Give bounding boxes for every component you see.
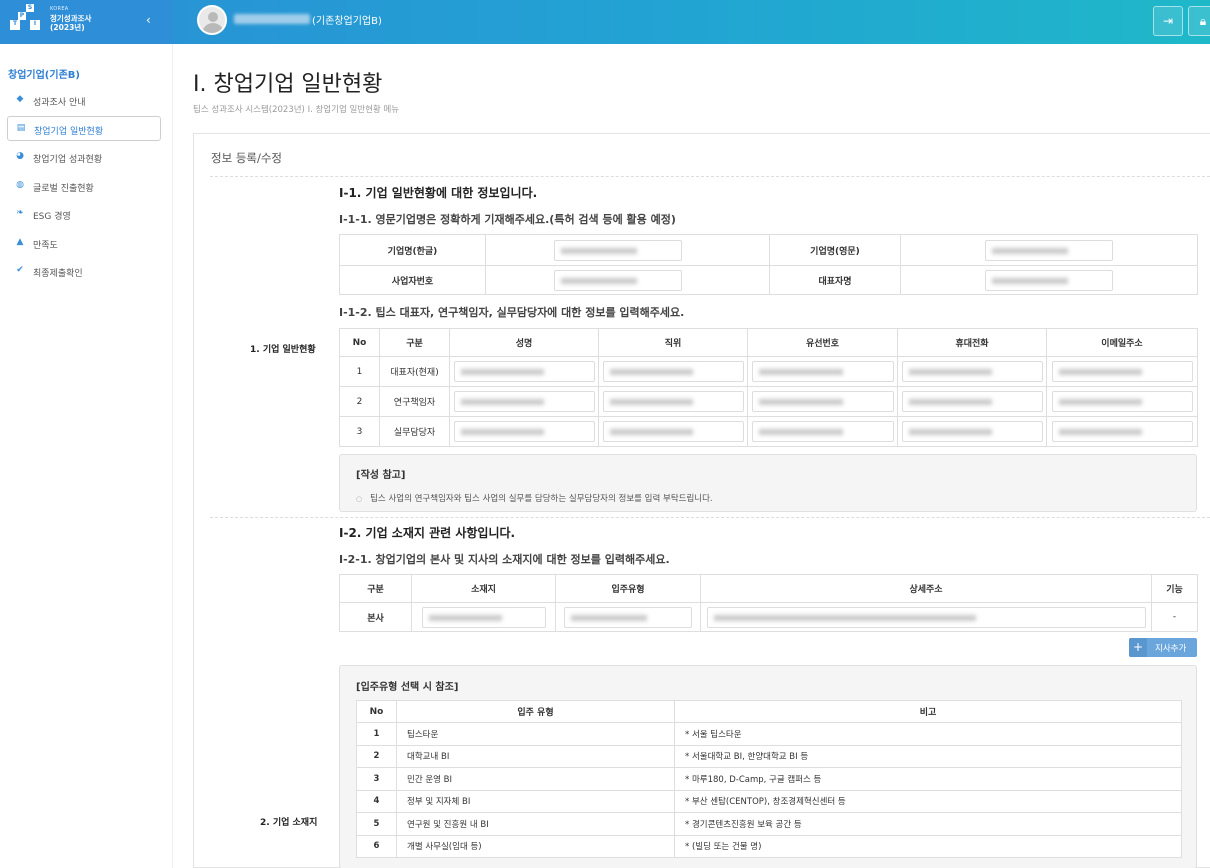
name-input[interactable] [453, 391, 595, 412]
sidebar-item-final-submit[interactable]: ✔ 최종제출확인 [7, 259, 161, 284]
table-row: 1 팁스타운 * 서울 팁스타운 [356, 722, 1182, 746]
lock-icon: 🔒︎ [1199, 14, 1207, 28]
form-panel: 정보 등록/수정 1. 기업 일반현황 I-1. 기업 일반현황에 대한 정보입… [193, 133, 1210, 868]
location-table: 구분 소재지 입주유형 상세주소 기능 본사 - [339, 574, 1198, 632]
document-icon: ▤ [16, 123, 26, 133]
label-business-number: 사업자번호 [339, 265, 486, 295]
sidebar-collapse-chevron-icon[interactable]: ‹ [146, 13, 151, 27]
divider [210, 176, 1210, 177]
sidebar-item-general-status[interactable]: ▤ 창업기업 일반현황 [7, 116, 161, 141]
table-row: 2 연구책임자 [339, 386, 1198, 417]
panel-title: 정보 등록/수정 [211, 151, 283, 165]
top-header: S P T I KOREA 정기성과조사 (2023년) ‹ (기존창업기업B)… [0, 0, 1210, 44]
company-name-kr-input[interactable] [554, 239, 682, 261]
sidebar-item-esg[interactable]: ❧ ESG 경영 [7, 202, 161, 227]
table-row: 3 민간 운영 BI * 마루180, D-Camp, 구글 캠퍼스 등 [356, 767, 1182, 791]
table-row: 6 개별 사무실(임대 등) * (빌딩 또는 건물 명) [356, 834, 1182, 858]
table-row: 4 정부 및 지자체 BI * 부산 센탑(CENTOP), 창조경제혁신센터 … [356, 789, 1182, 813]
name-input[interactable] [453, 421, 595, 442]
table-row: 5 연구원 및 진흥원 내 BI * 경기콘텐츠진흥원 보육 공간 등 [356, 812, 1182, 836]
sidebar-item-performance[interactable]: ◕ 창업기업 성과현황 [7, 145, 161, 170]
lock-button[interactable]: 🔒︎ [1188, 6, 1210, 36]
section-label-general: 1. 기업 일반현황 [250, 345, 316, 355]
sidebar-item-survey-guide[interactable]: ◆ 성과조사 안내 [7, 88, 161, 113]
subsection-heading: I-2-1. 창업기업의 본사 및 지사의 소재지에 대한 정보를 입력해주세요… [339, 553, 670, 566]
logo-mark-icon: S P T I [10, 4, 48, 38]
pie-chart-icon: ◕ [16, 151, 24, 161]
logo-text: KOREA 정기성과조사 (2023년) [50, 6, 92, 32]
table-row: 본사 - [339, 602, 1198, 632]
label-ceo-name: 대표자명 [769, 265, 901, 295]
position-input[interactable] [602, 391, 744, 412]
label-company-name-kr: 기업명(한글) [339, 234, 486, 266]
table-row: 2 대학교내 BI * 서울대학교 BI, 한양대학교 BI 등 [356, 744, 1182, 768]
note-box: [작성 참고] 팁스 사업의 연구책임자와 팁스 사업의 실무를 담당하는 실무… [339, 454, 1197, 512]
phone-input[interactable] [751, 421, 894, 442]
plus-icon: + [1129, 638, 1147, 657]
check-icon: ✔ [16, 265, 24, 275]
thumbs-up-icon: ▲ [16, 237, 24, 247]
company-info-table: 기업명(한글) 기업명(영문) 사업자번호 대표자명 [339, 234, 1198, 295]
mobile-input[interactable] [901, 361, 1043, 382]
diamond-icon: ◆ [16, 94, 24, 104]
globe-icon: ◍ [16, 180, 24, 190]
phone-input[interactable] [751, 391, 894, 412]
sidebar-title: 창업기업(기존B) [8, 70, 80, 81]
add-branch-button[interactable]: + 지사추가 [1129, 638, 1197, 657]
subsection-heading: I-1-2. 팁스 대표자, 연구책임자, 실무담당자에 대한 정보를 입력해주… [339, 306, 685, 319]
residence-type-select[interactable] [564, 606, 692, 628]
residence-type-reference-box: [입주유형 선택 시 참조] No 입주 유형 비고 1 팁스타운 * 서울 팁… [339, 665, 1197, 868]
sidebar: 창업기업(기존B) ◆ 성과조사 안내 ▤ 창업기업 일반현황 ◕ 창업기업 성… [0, 44, 173, 868]
people-table: No 구분 성명 직위 유선번호 휴대전화 이메일주소 1 대표자(현재) 2 … [339, 328, 1198, 447]
mobile-input[interactable] [901, 421, 1043, 442]
position-input[interactable] [602, 421, 744, 442]
logout-icon: ⇥ [1162, 14, 1174, 28]
label-company-name-en: 기업명(영문) [769, 234, 901, 266]
business-number-input[interactable] [554, 269, 682, 291]
email-input[interactable] [1051, 421, 1193, 442]
sidebar-item-global[interactable]: ◍ 글로벌 진출현황 [7, 174, 161, 199]
section-heading: I-2. 기업 소재지 관련 사항입니다. [339, 526, 516, 540]
position-input[interactable] [602, 361, 744, 382]
divider [210, 517, 1210, 518]
sidebar-item-satisfaction[interactable]: ▲ 만족도 [7, 231, 161, 256]
location-select[interactable] [421, 606, 546, 628]
section-heading: I-1. 기업 일반현황에 대한 정보입니다. [339, 186, 538, 200]
user-org-label: (기존창업기업B) [312, 16, 382, 27]
mobile-input[interactable] [901, 391, 1043, 412]
detail-address-input[interactable] [706, 606, 1146, 628]
ceo-name-input[interactable] [985, 269, 1113, 291]
leaf-icon: ❧ [16, 208, 24, 218]
page-title: I. 창업기업 일반현황 [193, 72, 383, 97]
email-input[interactable] [1051, 391, 1193, 412]
section-label-location: 2. 기업 소재지 [260, 818, 318, 828]
company-name-en-input[interactable] [985, 239, 1113, 261]
user-name-redacted [234, 14, 310, 24]
breadcrumb: 팁스 성과조사 시스템(2023년) I. 창업기업 일반현황 메뉴 [193, 105, 400, 115]
residence-type-reference-table: No 입주 유형 비고 1 팁스타운 * 서울 팁스타운 2 대학교내 BI *… [356, 700, 1182, 858]
subsection-heading: I-1-1. 영문기업명은 정확하게 기재해주세요.(특허 검색 등에 활용 예… [339, 213, 676, 226]
phone-input[interactable] [751, 361, 894, 382]
table-row: 1 대표자(현재) [339, 356, 1198, 387]
name-input[interactable] [453, 361, 595, 382]
avatar[interactable] [197, 5, 227, 35]
table-row: 3 실무담당자 [339, 416, 1198, 447]
logout-button[interactable]: ⇥ [1153, 6, 1183, 36]
email-input[interactable] [1051, 361, 1193, 382]
